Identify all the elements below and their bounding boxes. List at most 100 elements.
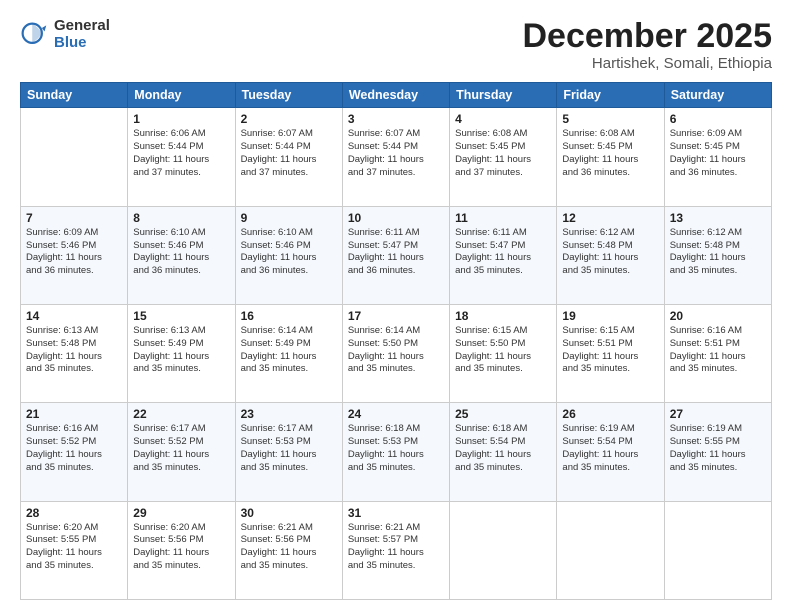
day-number: 6 — [670, 112, 766, 126]
day-info: Sunrise: 6:13 AM Sunset: 5:48 PM Dayligh… — [26, 325, 122, 376]
col-wednesday: Wednesday — [342, 83, 449, 108]
col-saturday: Saturday — [664, 83, 771, 108]
day-number: 31 — [348, 506, 444, 520]
table-row: 7Sunrise: 6:09 AM Sunset: 5:46 PM Daylig… — [21, 206, 128, 304]
table-row: 9 Sunrise: 6:10 AM Sunset: 5:46 PM Daylig… — [235, 206, 342, 304]
day-info: Sunrise: 6:09 AM Sunset: 5:46 PM Dayligh… — [26, 227, 122, 278]
day-number: 3 — [348, 112, 444, 126]
table-row: 10 Sunrise: 6:11 AM Sunset: 5:47 PM Dayli… — [342, 206, 449, 304]
table-row: 29Sunrise: 6:20 AM Sunset: 5:56 PM Dayli… — [128, 501, 235, 599]
day-info: Sunrise: 6:15 AM Sunset: 5:50 PM Dayligh… — [455, 325, 551, 376]
table-row: 14 Sunrise: 6:13 AM Sunset: 5:48 PM Dayli… — [21, 305, 128, 403]
day-number: 24 — [348, 407, 444, 421]
day-number: 23 — [241, 407, 337, 421]
day-info: Sunrise: 6:10 AM Sunset: 5:46 PM Dayligh… — [241, 227, 337, 278]
day-number: 2 — [241, 112, 337, 126]
day-info: Sunrise: 6:21 AM Sunset: 5:57 PM Dayligh… — [348, 522, 444, 573]
day-number: 17 — [348, 309, 444, 323]
day-number: 30 — [241, 506, 337, 520]
day-number: 15 — [133, 309, 229, 323]
title-block: December 2025 Hartishek, Somali, Ethiopi… — [522, 18, 772, 72]
col-friday: Friday — [557, 83, 664, 108]
table-row: 28 Sunrise: 6:20 AM Sunset: 5:55 PM Dayli… — [21, 501, 128, 599]
calendar-week-1: 1 Sunrise: 6:06 AM Sunset: 5:44 PM Daylig… — [21, 108, 772, 206]
logo-text: General Blue — [54, 18, 110, 51]
day-info: Sunrise: 6:18 AM Sunset: 5:54 PM Dayligh… — [455, 423, 551, 474]
table-row: 18 Sunrise: 6:15 AM Sunset: 5:50 PM Dayli… — [450, 305, 557, 403]
table-row: 27Sunrise: 6:19 AM Sunset: 5:55 PM Dayli… — [664, 403, 771, 501]
day-info: Sunrise: 6:19 AM Sunset: 5:55 PM Dayligh… — [670, 423, 766, 474]
day-number: 19 — [562, 309, 658, 323]
table-row: 30 Sunrise: 6:21 AM Sunset: 5:56 PM Dayli… — [235, 501, 342, 599]
day-info: Sunrise: 6:12 AM Sunset: 5:48 PM Dayligh… — [670, 227, 766, 278]
day-number: 5 — [562, 112, 658, 126]
day-info: Sunrise: 6:07 AM Sunset: 5:44 PM Dayligh… — [241, 128, 337, 179]
day-number: 20 — [670, 309, 766, 323]
table-row: 21 Sunrise: 6:16 AM Sunset: 5:52 PM Dayli… — [21, 403, 128, 501]
day-number: 11 — [455, 211, 551, 225]
day-info: Sunrise: 6:17 AM Sunset: 5:52 PM Dayligh… — [133, 423, 229, 474]
calendar-week-2: 7Sunrise: 6:09 AM Sunset: 5:46 PM Daylig… — [21, 206, 772, 304]
table-row: 19 Sunrise: 6:15 AM Sunset: 5:51 PM Dayli… — [557, 305, 664, 403]
day-number: 26 — [562, 407, 658, 421]
day-number: 10 — [348, 211, 444, 225]
table-row: 15Sunrise: 6:13 AM Sunset: 5:49 PM Dayli… — [128, 305, 235, 403]
day-number: 21 — [26, 407, 122, 421]
day-number: 25 — [455, 407, 551, 421]
day-info: Sunrise: 6:09 AM Sunset: 5:45 PM Dayligh… — [670, 128, 766, 179]
table-row: 6 Sunrise: 6:09 AM Sunset: 5:45 PM Daylig… — [664, 108, 771, 206]
calendar-week-4: 21 Sunrise: 6:16 AM Sunset: 5:52 PM Dayli… — [21, 403, 772, 501]
logo: General Blue — [20, 18, 110, 51]
day-info: Sunrise: 6:19 AM Sunset: 5:54 PM Dayligh… — [562, 423, 658, 474]
table-row: 22 Sunrise: 6:17 AM Sunset: 5:52 PM Dayli… — [128, 403, 235, 501]
day-info: Sunrise: 6:10 AM Sunset: 5:46 PM Dayligh… — [133, 227, 229, 278]
day-info: Sunrise: 6:06 AM Sunset: 5:44 PM Dayligh… — [133, 128, 229, 179]
table-row: 2 Sunrise: 6:07 AM Sunset: 5:44 PM Daylig… — [235, 108, 342, 206]
day-info: Sunrise: 6:20 AM Sunset: 5:56 PM Dayligh… — [133, 522, 229, 573]
logo-general-text: General — [54, 18, 110, 35]
day-number: 18 — [455, 309, 551, 323]
day-info: Sunrise: 6:12 AM Sunset: 5:48 PM Dayligh… — [562, 227, 658, 278]
table-row: 31 Sunrise: 6:21 AM Sunset: 5:57 PM Dayli… — [342, 501, 449, 599]
day-info: Sunrise: 6:20 AM Sunset: 5:55 PM Dayligh… — [26, 522, 122, 573]
table-row: 8 Sunrise: 6:10 AM Sunset: 5:46 PM Daylig… — [128, 206, 235, 304]
day-info: Sunrise: 6:21 AM Sunset: 5:56 PM Dayligh… — [241, 522, 337, 573]
day-info: Sunrise: 6:08 AM Sunset: 5:45 PM Dayligh… — [562, 128, 658, 179]
table-row: 20Sunrise: 6:16 AM Sunset: 5:51 PM Dayli… — [664, 305, 771, 403]
day-number: 9 — [241, 211, 337, 225]
day-info: Sunrise: 6:11 AM Sunset: 5:47 PM Dayligh… — [348, 227, 444, 278]
table-row — [664, 501, 771, 599]
col-thursday: Thursday — [450, 83, 557, 108]
col-sunday: Sunday — [21, 83, 128, 108]
main-title: December 2025 — [522, 18, 772, 55]
table-row: 23Sunrise: 6:17 AM Sunset: 5:53 PM Dayli… — [235, 403, 342, 501]
day-info: Sunrise: 6:16 AM Sunset: 5:52 PM Dayligh… — [26, 423, 122, 474]
day-number: 28 — [26, 506, 122, 520]
day-number: 8 — [133, 211, 229, 225]
table-row: 3Sunrise: 6:07 AM Sunset: 5:44 PM Daylig… — [342, 108, 449, 206]
logo-blue-text: Blue — [54, 35, 110, 52]
calendar-header-row: Sunday Monday Tuesday Wednesday Thursday… — [21, 83, 772, 108]
table-row: 11Sunrise: 6:11 AM Sunset: 5:47 PM Dayli… — [450, 206, 557, 304]
day-info: Sunrise: 6:08 AM Sunset: 5:45 PM Dayligh… — [455, 128, 551, 179]
table-row: 25 Sunrise: 6:18 AM Sunset: 5:54 PM Dayli… — [450, 403, 557, 501]
table-row — [21, 108, 128, 206]
table-row: 1 Sunrise: 6:06 AM Sunset: 5:44 PM Daylig… — [128, 108, 235, 206]
table-row — [557, 501, 664, 599]
calendar-week-3: 14 Sunrise: 6:13 AM Sunset: 5:48 PM Dayli… — [21, 305, 772, 403]
day-info: Sunrise: 6:15 AM Sunset: 5:51 PM Dayligh… — [562, 325, 658, 376]
header: General Blue December 2025 Hartishek, So… — [20, 18, 772, 72]
day-number: 22 — [133, 407, 229, 421]
calendar-week-5: 28 Sunrise: 6:20 AM Sunset: 5:55 PM Dayli… — [21, 501, 772, 599]
table-row — [450, 501, 557, 599]
table-row: 4Sunrise: 6:08 AM Sunset: 5:45 PM Daylig… — [450, 108, 557, 206]
day-number: 1 — [133, 112, 229, 126]
table-row: 24Sunrise: 6:18 AM Sunset: 5:53 PM Dayli… — [342, 403, 449, 501]
day-number: 16 — [241, 309, 337, 323]
day-number: 14 — [26, 309, 122, 323]
day-info: Sunrise: 6:14 AM Sunset: 5:50 PM Dayligh… — [348, 325, 444, 376]
col-tuesday: Tuesday — [235, 83, 342, 108]
day-info: Sunrise: 6:14 AM Sunset: 5:49 PM Dayligh… — [241, 325, 337, 376]
subtitle: Hartishek, Somali, Ethiopia — [522, 55, 772, 72]
table-row: 5 Sunrise: 6:08 AM Sunset: 5:45 PM Daylig… — [557, 108, 664, 206]
